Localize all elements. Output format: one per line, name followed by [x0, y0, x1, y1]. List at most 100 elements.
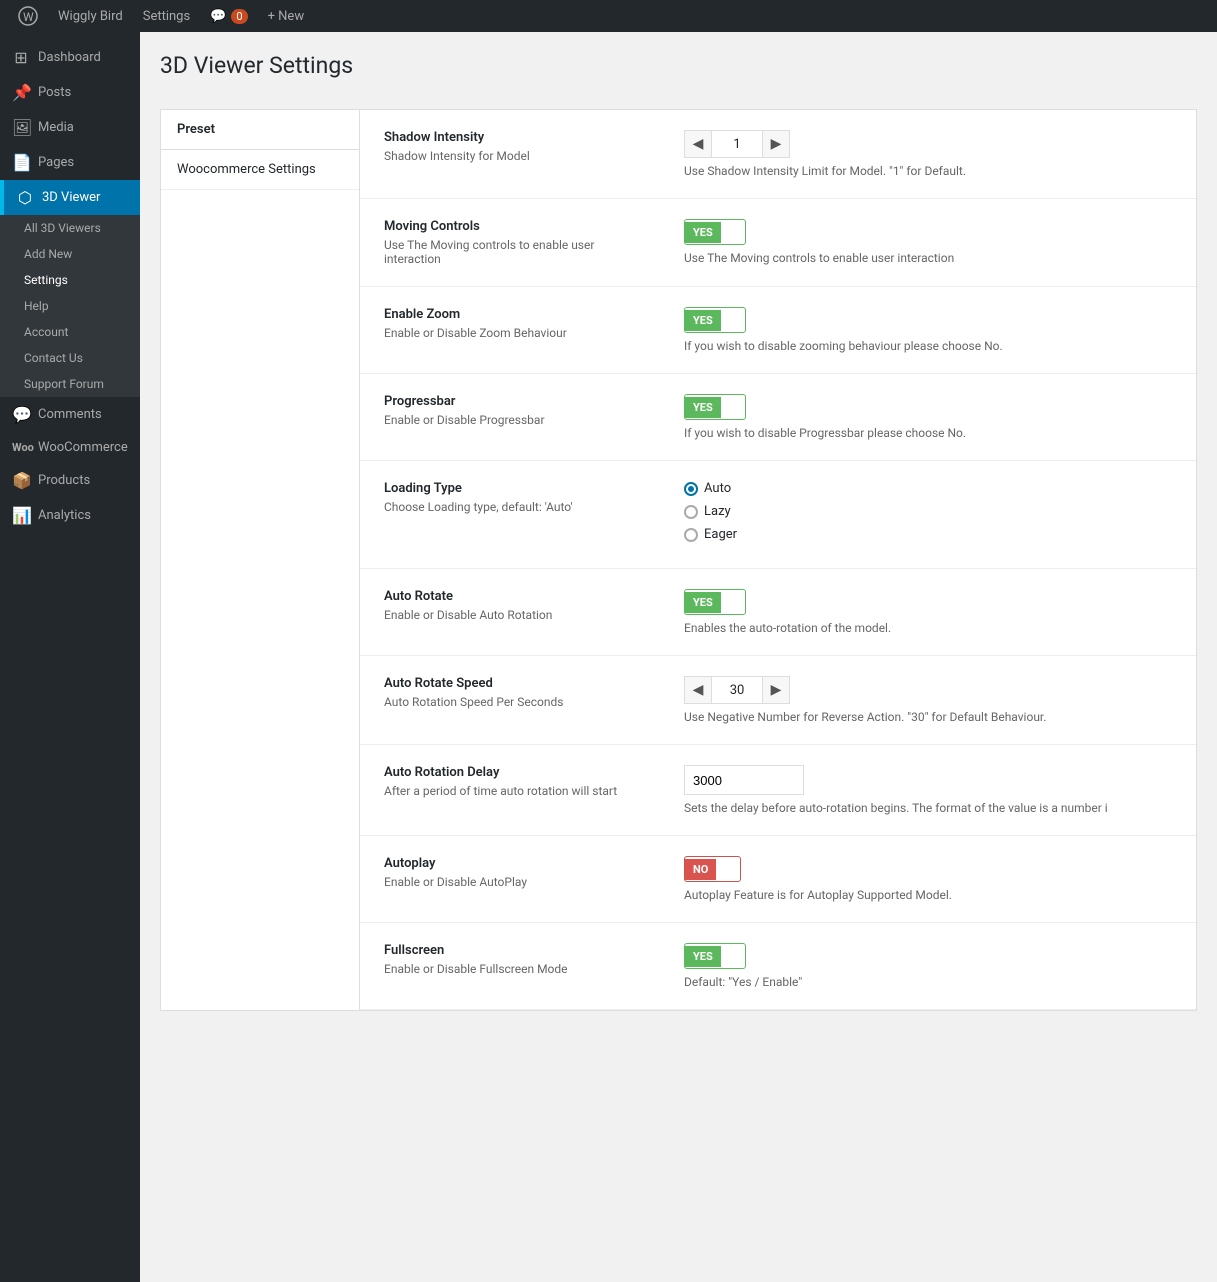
stepper-next-auto-rotate-speed[interactable]: ▶ [762, 676, 790, 704]
sidebar-item-posts[interactable]: 📌 Posts [0, 75, 140, 110]
sidebar-item-comments[interactable]: 💬 Comments [0, 397, 140, 432]
content-wrap: Preset Woocommerce Settings Shadow Inten… [160, 109, 1197, 1011]
submenu-support-forum[interactable]: Support Forum [0, 371, 140, 397]
toggle-hint-fullscreen: Default: "Yes / Enable" [684, 975, 1172, 989]
text-input-auto-rotation-delay[interactable] [684, 765, 804, 795]
setting-row-fullscreen: Fullscreen Enable or Disable Fullscreen … [360, 923, 1196, 1010]
stepper-next-shadow-intensity[interactable]: ▶ [762, 130, 790, 158]
pages-icon: 📄 [12, 153, 30, 172]
setting-label-progressbar: Progressbar [384, 394, 644, 409]
3dviewer-icon: ⬡ [16, 188, 34, 207]
radio-circle-lazy [684, 505, 698, 519]
preset-item-woocommerce[interactable]: Woocommerce Settings [161, 150, 359, 190]
radio-label-lazy: Lazy [704, 504, 731, 519]
toggle-moving-controls[interactable]: YES [684, 219, 746, 245]
toggle-knob-fullscreen [723, 946, 743, 966]
preset-header: Preset [161, 110, 359, 150]
radio-circle-eager [684, 528, 698, 542]
wp-logo[interactable]: W [8, 0, 48, 32]
toggle-hint-auto-rotate: Enables the auto-rotation of the model. [684, 621, 1172, 635]
comments-bar-item[interactable]: 💬 0 [200, 0, 257, 32]
setting-desc-auto-rotation-delay: After a period of time auto rotation wil… [384, 784, 644, 798]
toggle-label-moving-controls: YES [685, 222, 721, 243]
submenu-all-3dviewers[interactable]: All 3D Viewers [0, 215, 140, 241]
stepper-hint-auto-rotate-speed: Use Negative Number for Reverse Action. … [684, 710, 1172, 724]
settings-panel: Shadow Intensity Shadow Intensity for Mo… [360, 109, 1197, 1011]
radio-label-auto: Auto [704, 481, 731, 496]
radio-option-loading-type-auto[interactable]: Auto [684, 481, 1172, 496]
preset-sidebar: Preset Woocommerce Settings [160, 109, 360, 1011]
toggle-wrap-fullscreen: YES [684, 943, 1172, 969]
comment-icon: 💬 [210, 9, 226, 24]
toggle-label-auto-rotate: YES [685, 592, 721, 613]
sidebar-item-analytics[interactable]: 📊 Analytics [0, 498, 140, 533]
stepper-shadow-intensity: ◀ 1 ▶ [684, 130, 1172, 158]
toggle-hint-progressbar: If you wish to disable Progressbar pleas… [684, 426, 1172, 440]
toggle-autoplay[interactable]: NO [684, 856, 741, 882]
toggle-label-enable-zoom: YES [685, 310, 721, 331]
radio-option-loading-type-eager[interactable]: Eager [684, 527, 1172, 542]
toggle-label-fullscreen: YES [685, 946, 721, 967]
stepper-auto-rotate-speed: ◀ 30 ▶ [684, 676, 1172, 704]
setting-row-auto-rotate: Auto Rotate Enable or Disable Auto Rotat… [360, 569, 1196, 656]
toggle-fullscreen[interactable]: YES [684, 943, 746, 969]
submenu-help[interactable]: Help [0, 293, 140, 319]
toggle-knob-enable-zoom [723, 310, 743, 330]
sidebar-item-woocommerce[interactable]: Woo WooCommerce [0, 432, 140, 463]
setting-label-auto-rotate: Auto Rotate [384, 589, 644, 604]
radio-option-loading-type-lazy[interactable]: Lazy [684, 504, 1172, 519]
toggle-auto-rotate[interactable]: YES [684, 589, 746, 615]
submenu-settings[interactable]: Settings [0, 267, 140, 293]
stepper-prev-shadow-intensity[interactable]: ◀ [684, 130, 712, 158]
stepper-value-shadow-intensity: 1 [712, 130, 762, 158]
toggle-knob-progressbar [723, 397, 743, 417]
setting-desc-moving-controls: Use The Moving controls to enable user i… [384, 238, 644, 266]
toggle-knob-auto-rotate [723, 592, 743, 612]
toggle-knob-autoplay [718, 859, 738, 879]
setting-label-auto-rotation-delay: Auto Rotation Delay [384, 765, 644, 780]
dashboard-icon: ⊞ [12, 48, 30, 67]
analytics-icon: 📊 [12, 506, 30, 525]
submenu-account[interactable]: Account [0, 319, 140, 345]
toggle-wrap-progressbar: YES [684, 394, 1172, 420]
sidebar-item-3dviewer[interactable]: ⬡ 3D Viewer [0, 180, 140, 215]
page-title: 3D Viewer Settings [160, 52, 1197, 89]
setting-label-auto-rotate-speed: Auto Rotate Speed [384, 676, 644, 691]
toggle-hint-autoplay: Autoplay Feature is for Autoplay Support… [684, 888, 1172, 902]
toggle-enable-zoom[interactable]: YES [684, 307, 746, 333]
setting-label-shadow-intensity: Shadow Intensity [384, 130, 644, 145]
radio-group-loading-type: Auto Lazy Eager [684, 481, 1172, 542]
setting-label-loading-type: Loading Type [384, 481, 644, 496]
setting-desc-auto-rotate: Enable or Disable Auto Rotation [384, 608, 644, 622]
setting-label-autoplay: Autoplay [384, 856, 644, 871]
posts-icon: 📌 [12, 83, 30, 102]
sidebar-item-products[interactable]: 📦 Products [0, 463, 140, 498]
toggle-wrap-auto-rotate: YES [684, 589, 1172, 615]
setting-desc-fullscreen: Enable or Disable Fullscreen Mode [384, 962, 644, 976]
setting-row-autoplay: Autoplay Enable or Disable AutoPlay NO A… [360, 836, 1196, 923]
site-name[interactable]: Wiggly Bird [48, 0, 133, 32]
stepper-value-auto-rotate-speed: 30 [712, 676, 762, 704]
text-hint-auto-rotation-delay: Sets the delay before auto-rotation begi… [684, 801, 1172, 815]
setting-row-loading-type: Loading Type Choose Loading type, defaul… [360, 461, 1196, 569]
new-bar-item[interactable]: + New [258, 0, 315, 32]
sidebar-item-pages[interactable]: 📄 Pages [0, 145, 140, 180]
main-content: 3D Viewer Settings Preset Woocommerce Se… [140, 32, 1217, 1282]
woocommerce-icon: Woo [12, 441, 30, 454]
submenu-contact-us[interactable]: Contact Us [0, 345, 140, 371]
stepper-prev-auto-rotate-speed[interactable]: ◀ [684, 676, 712, 704]
setting-row-shadow-intensity: Shadow Intensity Shadow Intensity for Mo… [360, 110, 1196, 199]
setting-desc-progressbar: Enable or Disable Progressbar [384, 413, 644, 427]
sidebar-item-dashboard[interactable]: ⊞ Dashboard [0, 40, 140, 75]
settings-bar-item[interactable]: Settings [133, 0, 200, 32]
toggle-hint-moving-controls: Use The Moving controls to enable user i… [684, 251, 1172, 265]
toggle-progressbar[interactable]: YES [684, 394, 746, 420]
toggle-knob-moving-controls [723, 222, 743, 242]
submenu-3dviewer: All 3D Viewers Add New Settings Help Acc… [0, 215, 140, 397]
sidebar-item-media[interactable]: 🖼 Media [0, 110, 140, 145]
toggle-wrap-enable-zoom: YES [684, 307, 1172, 333]
admin-bar: W Wiggly Bird Settings 💬 0 + New [0, 0, 1217, 32]
setting-label-fullscreen: Fullscreen [384, 943, 644, 958]
radio-circle-auto [684, 482, 698, 496]
submenu-add-new[interactable]: Add New [0, 241, 140, 267]
